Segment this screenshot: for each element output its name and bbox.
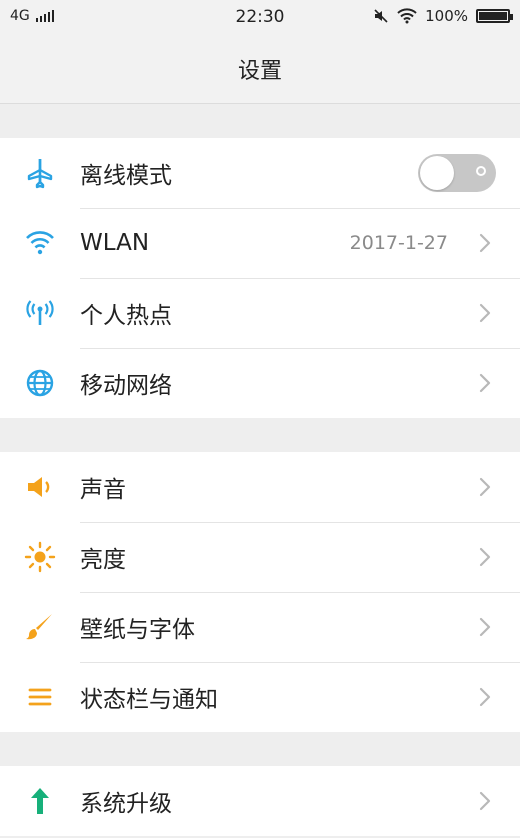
toggle-knob	[420, 156, 454, 190]
chevron-right-icon	[470, 228, 500, 258]
battery-icon	[476, 9, 513, 23]
battery-fill	[479, 12, 507, 20]
chevron-right-icon	[470, 612, 500, 642]
chevron-right-icon	[470, 786, 500, 816]
settings-row-label: 状态栏与通知	[80, 687, 218, 713]
settings-row-sun[interactable]: 亮度	[0, 522, 520, 592]
settings-list: 离线模式 WLAN 2017-1-27 个人热点移动网络声音亮度壁纸与字体状态栏与通知…	[0, 104, 520, 836]
brush-icon	[0, 610, 80, 644]
settings-row-hotspot[interactable]: 个人热点	[0, 278, 520, 348]
status-right: 100%	[373, 7, 513, 25]
settings-row-brush[interactable]: 壁纸与字体	[0, 592, 520, 662]
chevron-right-icon	[470, 368, 500, 398]
settings-group: 声音亮度壁纸与字体状态栏与通知	[0, 452, 520, 732]
settings-row-label: WLAN	[80, 230, 150, 256]
settings-row-wifi[interactable]: WLAN 2017-1-27	[0, 208, 520, 278]
group-gap	[0, 418, 520, 452]
mute-icon	[374, 9, 388, 23]
settings-row-menu-lines[interactable]: 状态栏与通知	[0, 662, 520, 732]
settings-group: 离线模式 WLAN 2017-1-27 个人热点移动网络	[0, 138, 520, 418]
battery-percent: 100%	[425, 7, 468, 25]
settings-row-up-arrow[interactable]: 系统升级	[0, 766, 520, 836]
chevron-right-icon	[470, 682, 500, 712]
hotspot-icon	[0, 296, 80, 330]
toggle-off-indicator	[476, 166, 486, 176]
airplane-icon	[0, 156, 80, 190]
settings-row-value: 2017-1-27	[349, 232, 448, 254]
settings-row-label: 移动网络	[80, 373, 172, 399]
up-arrow-icon	[0, 784, 80, 818]
group-gap	[0, 732, 520, 766]
sun-icon	[0, 540, 80, 574]
wifi-icon	[0, 226, 80, 260]
settings-row-globe[interactable]: 移动网络	[0, 348, 520, 418]
settings-row-label: 个人热点	[80, 303, 172, 329]
settings-row-label: 壁纸与字体	[80, 617, 195, 643]
settings-row-label: 离线模式	[80, 163, 172, 189]
chevron-right-icon	[470, 472, 500, 502]
settings-row-label: 亮度	[80, 547, 126, 573]
chevron-right-icon	[470, 542, 500, 572]
menu-lines-icon	[0, 680, 80, 714]
group-gap	[0, 104, 520, 138]
status-bar: 4G 22:30 100%	[0, 0, 520, 34]
chevron-right-icon	[470, 298, 500, 328]
airplane-mode-toggle[interactable]	[418, 154, 496, 192]
settings-row-label: 声音	[80, 477, 126, 503]
wifi-status-icon	[397, 8, 417, 24]
settings-row-label: 系统升级	[80, 791, 172, 817]
app-header: 设置	[0, 34, 520, 104]
page-title: 设置	[237, 58, 282, 84]
settings-group: 系统升级	[0, 766, 520, 836]
globe-icon	[0, 366, 80, 400]
settings-row-speaker[interactable]: 声音	[0, 452, 520, 522]
settings-row-airplane[interactable]: 离线模式	[0, 138, 520, 208]
speaker-icon	[0, 470, 80, 504]
